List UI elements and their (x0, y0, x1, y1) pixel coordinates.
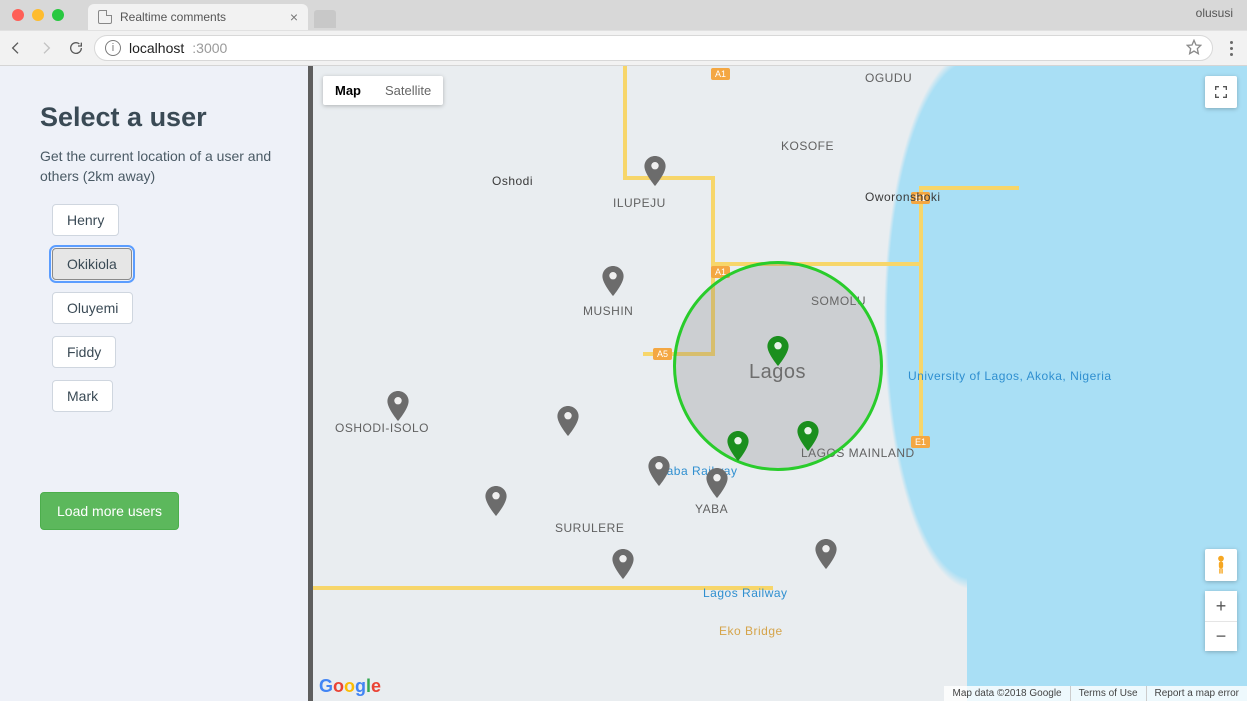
page-description: Get the current location of a user and o… (40, 147, 278, 186)
map-type-map[interactable]: Map (323, 76, 373, 105)
url-host: localhost (129, 40, 184, 56)
page-body: Select a user Get the current location o… (0, 66, 1247, 701)
load-more-button[interactable]: Load more users (40, 492, 179, 530)
url-port: :3000 (192, 40, 227, 56)
map-label: ILUPEJU (613, 196, 666, 210)
map-marker-in-range-icon[interactable] (767, 336, 789, 366)
user-button[interactable]: Oluyemi (52, 292, 133, 324)
page-icon (98, 10, 112, 24)
map-report-link[interactable]: Report a map error (1146, 686, 1247, 701)
map-attribution: Map data ©2018 Google (944, 686, 1069, 701)
browser-tab[interactable]: Realtime comments × (88, 4, 308, 30)
close-window-icon[interactable] (12, 9, 24, 21)
url-input[interactable]: i localhost :3000 (94, 35, 1213, 61)
fullscreen-button[interactable] (1205, 76, 1237, 108)
map-label: Oworonshoki (865, 190, 941, 204)
user-button[interactable]: Henry (52, 204, 119, 236)
map-marker-icon[interactable] (815, 539, 837, 569)
zoom-in-button[interactable]: + (1205, 591, 1237, 621)
user-list: Henry Okikiola Oluyemi Fiddy Mark (52, 204, 278, 412)
map-marker-icon[interactable] (612, 549, 634, 579)
browser-tab-bar: Realtime comments × olususi (0, 0, 1247, 30)
site-info-icon[interactable]: i (105, 40, 121, 56)
forward-icon[interactable] (38, 40, 54, 56)
map-label: YABA (695, 502, 728, 516)
map-marker-icon[interactable] (648, 456, 670, 486)
google-logo: Google (319, 676, 381, 697)
map-label: Oshodi (492, 174, 533, 188)
map-type-control: Map Satellite (323, 76, 443, 105)
map-marker-icon[interactable] (602, 266, 624, 296)
bookmark-icon[interactable] (1186, 39, 1202, 58)
browser-menu-icon[interactable] (1223, 41, 1239, 56)
map-label: SURULERE (555, 521, 624, 535)
user-button[interactable]: Fiddy (52, 336, 116, 368)
back-icon[interactable] (8, 40, 24, 56)
map-label: Eko Bridge (719, 624, 783, 638)
map-label-place: University of Lagos, Akoka, Nigeria (908, 369, 1038, 383)
close-tab-icon[interactable]: × (290, 9, 298, 25)
user-button[interactable]: Mark (52, 380, 113, 412)
zoom-control: + − (1205, 591, 1237, 651)
new-tab-button[interactable] (314, 10, 336, 28)
map-marker-icon[interactable] (387, 391, 409, 421)
map-label-place: Lagos Railway (703, 586, 788, 600)
tab-title: Realtime comments (120, 10, 226, 24)
window-controls (8, 0, 70, 30)
minimize-window-icon[interactable] (32, 9, 44, 21)
maximize-window-icon[interactable] (52, 9, 64, 21)
map-canvas[interactable]: A1 A1 A5 E1 E1 KOSOFE OGUDU Oshodi Oworo… (313, 66, 1247, 701)
pegman-icon[interactable] (1205, 549, 1237, 581)
map-label: OGUDU (865, 71, 912, 85)
map-marker-icon[interactable] (557, 406, 579, 436)
profile-name[interactable]: olususi (1196, 6, 1233, 20)
map-marker-icon[interactable] (706, 468, 728, 498)
sidebar: Select a user Get the current location o… (0, 66, 308, 701)
map-type-satellite[interactable]: Satellite (373, 76, 443, 105)
map-marker-in-range-icon[interactable] (727, 431, 749, 461)
address-bar: i localhost :3000 (0, 30, 1247, 66)
map-marker-in-range-icon[interactable] (797, 421, 819, 451)
map-label: KOSOFE (781, 139, 834, 153)
zoom-out-button[interactable]: − (1205, 621, 1237, 651)
map-marker-icon[interactable] (644, 156, 666, 186)
map-label: OSHODI-ISOLO (335, 421, 429, 435)
map-footer: Map data ©2018 Google Terms of Use Repor… (944, 686, 1247, 701)
page-title: Select a user (40, 102, 278, 133)
map-terms-link[interactable]: Terms of Use (1070, 686, 1146, 701)
map-marker-icon[interactable] (485, 486, 507, 516)
reload-icon[interactable] (68, 40, 84, 56)
map[interactable]: A1 A1 A5 E1 E1 KOSOFE OGUDU Oshodi Oworo… (313, 66, 1247, 701)
user-button[interactable]: Okikiola (52, 248, 132, 280)
map-label: MUSHIN (583, 304, 633, 318)
